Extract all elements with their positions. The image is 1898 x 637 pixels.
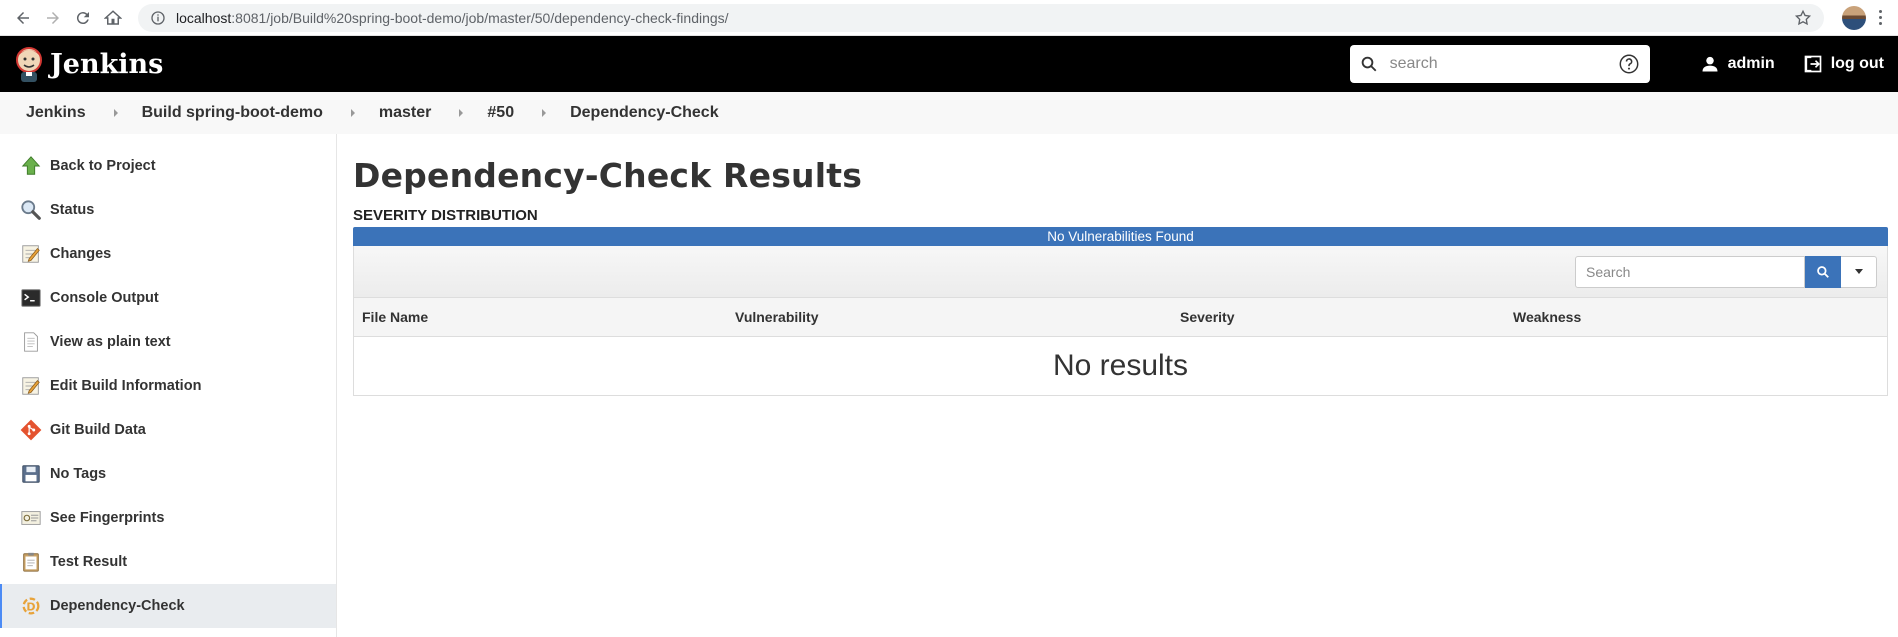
sidebar-item-console-output[interactable]: Console Output (0, 276, 336, 320)
sidebar-item-label: Back to Project (50, 158, 156, 174)
magnifier-icon (21, 200, 41, 220)
sidebar-item-see-fingerprints[interactable]: See Fingerprints (0, 496, 336, 540)
jenkins-header: Jenkins admin log out (0, 36, 1898, 92)
column-header-vulnerability[interactable]: Vulnerability (727, 309, 1172, 325)
url-path: :8081/job/Build%20spring-boot-demo/job/m… (231, 9, 729, 26)
table-search-input[interactable] (1575, 255, 1805, 288)
forward-arrow-icon (47, 11, 59, 24)
help-icon[interactable] (1618, 53, 1640, 75)
home-button[interactable] (98, 3, 128, 33)
sidebar-item-label: Status (50, 202, 95, 218)
sidebar-item-label: Git Build Data (50, 422, 146, 438)
side-panel: Back to Project Status Changes Console O… (0, 134, 337, 637)
profile-avatar[interactable] (1842, 5, 1866, 30)
page-title: Dependency-Check Results (353, 156, 863, 195)
chevron-down-icon (1854, 269, 1863, 274)
breadcrumb-item[interactable]: master (379, 104, 431, 122)
document-icon (24, 332, 38, 352)
terminal-icon (21, 289, 41, 307)
header-search (1349, 45, 1650, 83)
search-icon (1817, 265, 1829, 278)
bookmark-star-icon[interactable] (1794, 9, 1812, 27)
column-header-file-name[interactable]: File Name (354, 309, 727, 325)
column-header-severity[interactable]: Severity (1172, 309, 1505, 325)
home-icon (104, 9, 122, 25)
table-header-row: File Name Vulnerability Severity Weaknes… (354, 297, 1887, 337)
clipboard-icon (23, 552, 39, 572)
info-icon[interactable] (150, 10, 166, 26)
breadcrumb-item[interactable]: Dependency-Check (570, 104, 719, 122)
sidebar-item-label: View as plain text (50, 334, 171, 350)
back-arrow-icon (17, 11, 29, 24)
table-search-button[interactable] (1805, 255, 1841, 288)
sidebar-item-dependency-check[interactable]: D Dependency-Check (0, 584, 336, 628)
results-table: File Name Vulnerability Severity Weaknes… (353, 246, 1888, 396)
breadcrumb-separator[interactable] (350, 109, 355, 117)
logout-label: log out (1830, 55, 1884, 72)
sidebar-item-label: See Fingerprints (50, 510, 165, 526)
url-host: localhost (176, 9, 232, 26)
browser-menu-icon[interactable] (1870, 6, 1890, 30)
browser-toolbar: localhost:8081/job/Build%20spring-boot-d… (0, 0, 1898, 36)
address-bar[interactable]: localhost:8081/job/Build%20spring-boot-d… (138, 3, 1824, 32)
url-text: localhost:8081/job/Build%20spring-boot-d… (176, 10, 1794, 26)
jenkins-brand-name: Jenkins (50, 48, 164, 80)
sidebar-item-label: No Tags (50, 466, 107, 482)
breadcrumb: Jenkins Build spring-boot-demo master #5… (0, 92, 1898, 134)
sidebar-item-label: Test Result (50, 554, 128, 570)
back-button[interactable] (8, 3, 38, 33)
user-icon (1702, 56, 1718, 72)
dependency-check-icon: D (22, 597, 40, 615)
logout-icon (1804, 55, 1822, 73)
user-link[interactable]: admin (1700, 54, 1775, 74)
breadcrumb-item[interactable]: Build spring-boot-demo (142, 104, 323, 122)
forward-button[interactable] (38, 3, 68, 33)
sidebar-item-view-plain-text[interactable]: View as plain text (0, 320, 336, 364)
notepad-icon (22, 245, 40, 263)
empty-results-message: No results (1052, 349, 1189, 382)
svg-text:D: D (26, 601, 35, 614)
table-toolbar (354, 246, 1887, 297)
git-icon (20, 419, 42, 441)
reload-button[interactable] (68, 3, 98, 33)
severity-distribution-bar: No Vulnerabilities Found (353, 227, 1888, 246)
main-panel: Dependency-Check Results SEVERITY DISTRI… (337, 134, 1898, 637)
sidebar-item-changes[interactable]: Changes (0, 232, 336, 276)
breadcrumb-separator[interactable] (113, 109, 118, 117)
sidebar-item-git-build-data[interactable]: Git Build Data (0, 408, 336, 452)
up-arrow-icon (21, 156, 41, 175)
breadcrumb-item[interactable]: #50 (487, 104, 514, 122)
reload-icon (76, 11, 89, 24)
breadcrumb-item[interactable]: Jenkins (26, 104, 86, 122)
search-input[interactable] (1377, 55, 1618, 73)
column-header-weakness[interactable]: Weakness (1505, 309, 1581, 325)
notepad-edit-icon (22, 377, 40, 395)
table-search-options-button[interactable] (1841, 255, 1877, 288)
sidebar-item-label: Changes (50, 246, 112, 262)
user-name: admin (1727, 55, 1775, 72)
jenkins-logo-icon (16, 47, 42, 82)
sidebar-item-label: Console Output (50, 290, 159, 306)
search-icon (1361, 56, 1376, 72)
severity-distribution-heading: SEVERITY DISTRIBUTION (353, 207, 538, 224)
logout-link[interactable]: log out (1803, 54, 1884, 74)
breadcrumb-separator[interactable] (542, 109, 547, 117)
sidebar-item-edit-build-information[interactable]: Edit Build Information (0, 364, 336, 408)
save-icon (22, 465, 40, 483)
breadcrumb-separator[interactable] (459, 109, 464, 117)
fingerprint-card-icon (21, 511, 41, 525)
sidebar-item-no-tags[interactable]: No Tags (0, 452, 336, 496)
sidebar-item-back-to-project[interactable]: Back to Project (0, 144, 336, 188)
sidebar-item-status[interactable]: Status (0, 188, 336, 232)
jenkins-home-link[interactable]: Jenkins (14, 45, 163, 83)
sidebar-item-label: Dependency-Check (50, 598, 185, 614)
sidebar-item-label: Edit Build Information (50, 378, 202, 394)
sidebar-item-test-result[interactable]: Test Result (0, 540, 336, 584)
